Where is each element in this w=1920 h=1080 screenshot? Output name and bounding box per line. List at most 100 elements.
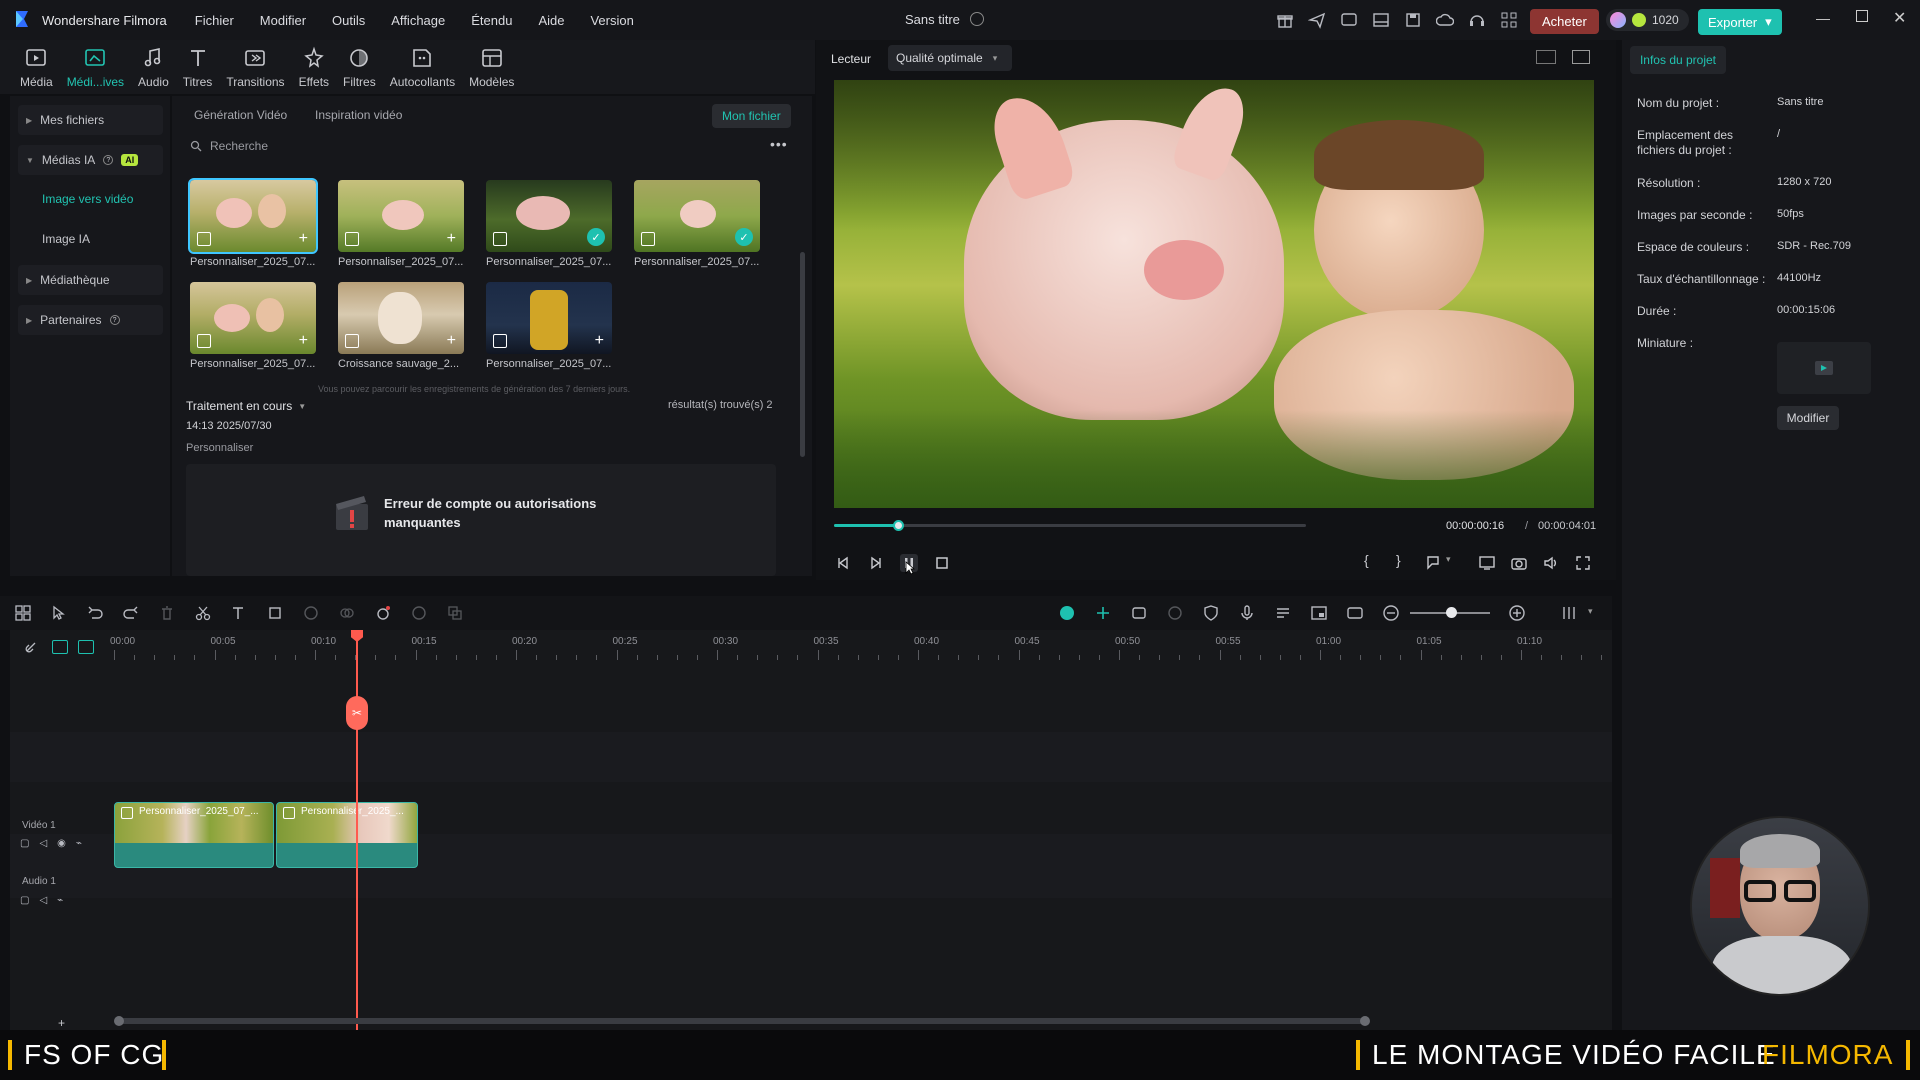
processing-dropdown[interactable]: Traitement en cours ▼ bbox=[186, 399, 306, 413]
thumbnail-preview[interactable] bbox=[1777, 342, 1871, 394]
sidebar-item-image-to-video[interactable]: Image vers vidéo bbox=[42, 192, 133, 206]
zoom-slider-knob[interactable] bbox=[1446, 607, 1457, 618]
link-icon[interactable] bbox=[24, 640, 38, 654]
minimize-icon[interactable]: — bbox=[1816, 10, 1830, 26]
chevron-down-icon[interactable]: ▾ bbox=[1588, 606, 1593, 617]
layout-grid-icon[interactable] bbox=[14, 604, 32, 622]
search-bar[interactable]: Recherche bbox=[190, 139, 268, 153]
add-icon[interactable]: + bbox=[595, 332, 604, 350]
buy-button[interactable]: Acheter bbox=[1530, 9, 1599, 34]
media-thumbnail[interactable]: + bbox=[338, 180, 464, 252]
add-video-track-icon[interactable] bbox=[52, 640, 68, 654]
tool-effects[interactable]: Effets bbox=[299, 46, 329, 89]
link-icon[interactable]: ⌁ bbox=[76, 838, 82, 849]
volume-icon[interactable] bbox=[1542, 554, 1560, 572]
timeline-ruler[interactable]: 00:00 00:05 00:10 00:15 00:20 00:25 00:30 00:35… bbox=[110, 630, 1612, 662]
tab-player[interactable]: Lecteur bbox=[831, 52, 871, 66]
scrollbar-handle-left[interactable] bbox=[114, 1016, 124, 1026]
eye-icon[interactable]: ◉ bbox=[57, 838, 66, 849]
pip-icon[interactable] bbox=[1310, 604, 1328, 622]
media-thumbnail[interactable]: + bbox=[188, 178, 318, 254]
tool-titles[interactable]: Titres bbox=[183, 46, 212, 89]
playback-progress-track[interactable] bbox=[834, 520, 1306, 531]
fullscreen-icon[interactable] bbox=[1574, 554, 1592, 572]
next-frame-icon[interactable] bbox=[867, 554, 885, 572]
tab-video-inspiration[interactable]: Inspiration vidéo bbox=[315, 108, 402, 122]
save-icon[interactable] bbox=[1404, 11, 1422, 29]
undo-icon[interactable] bbox=[86, 604, 104, 622]
modify-button[interactable]: Modifier bbox=[1777, 406, 1839, 430]
magnet-icon[interactable] bbox=[1094, 604, 1112, 622]
sidebar-item-partners[interactable]: ▶ Partenaires ? bbox=[18, 305, 163, 335]
split-scissors-icon[interactable]: ✂ bbox=[346, 696, 368, 730]
gift-icon[interactable] bbox=[1276, 11, 1294, 29]
add-track-icon[interactable]: + bbox=[58, 1016, 65, 1030]
video-preview[interactable] bbox=[834, 80, 1594, 508]
select-tool-icon[interactable] bbox=[50, 604, 68, 622]
snap-icon[interactable] bbox=[1058, 604, 1076, 622]
microphone-icon[interactable] bbox=[1238, 604, 1256, 622]
media-thumbnail[interactable]: + bbox=[190, 282, 316, 354]
credits-badge[interactable]: 1020 bbox=[1606, 9, 1689, 31]
crop-icon[interactable] bbox=[266, 604, 284, 622]
menu-version[interactable]: Version bbox=[590, 13, 633, 28]
add-audio-track-icon[interactable] bbox=[78, 640, 94, 654]
sidebar-item-library[interactable]: ▶ Médiathèque bbox=[18, 265, 163, 295]
shield-icon[interactable] bbox=[1202, 604, 1220, 622]
headset-icon[interactable] bbox=[1468, 11, 1486, 29]
timeline-scrollbar[interactable] bbox=[114, 1016, 1370, 1026]
menu-etendu[interactable]: Étendu bbox=[471, 13, 512, 28]
export-button[interactable]: Exporter ▾ bbox=[1698, 9, 1782, 35]
scissors-icon[interactable] bbox=[194, 604, 212, 622]
my-file-button[interactable]: Mon fichier bbox=[712, 104, 791, 128]
menu-affichage[interactable]: Affichage bbox=[391, 13, 445, 28]
redo-icon[interactable] bbox=[122, 604, 140, 622]
quality-select[interactable]: Qualité optimale ▾ bbox=[888, 45, 1012, 71]
sidebar-item-my-files[interactable]: ▶ Mes fichiers bbox=[18, 105, 163, 135]
mark-out-icon[interactable]: } bbox=[1396, 552, 1401, 568]
audio-mix-icon[interactable] bbox=[1274, 604, 1292, 622]
sidebar-item-ai-image[interactable]: Image IA bbox=[42, 232, 90, 246]
speaker-icon[interactable]: ◁ bbox=[39, 895, 47, 906]
video-clip[interactable]: Personnaliser_2025_07_... bbox=[114, 802, 274, 868]
add-icon[interactable]: + bbox=[447, 230, 456, 248]
menu-fichier[interactable]: Fichier bbox=[195, 13, 234, 28]
playhead-line[interactable] bbox=[356, 630, 358, 1030]
tool-templates[interactable]: Modèles bbox=[469, 46, 514, 89]
stop-icon[interactable] bbox=[933, 554, 951, 572]
media-thumbnail[interactable]: ✓ bbox=[486, 180, 612, 252]
add-icon[interactable]: + bbox=[299, 230, 308, 248]
motion-icon[interactable] bbox=[1166, 604, 1184, 622]
layout-icon[interactable] bbox=[1372, 11, 1390, 29]
media-thumbnail[interactable]: + bbox=[486, 282, 612, 354]
delete-icon[interactable] bbox=[158, 604, 176, 622]
lock-icon[interactable]: ▢ bbox=[20, 838, 29, 849]
menu-modifier[interactable]: Modifier bbox=[260, 13, 306, 28]
zoom-slider[interactable] bbox=[1410, 607, 1490, 618]
color-icon[interactable] bbox=[338, 604, 356, 622]
media-thumbnail[interactable]: + bbox=[338, 282, 464, 354]
menu-outils[interactable]: Outils bbox=[332, 13, 365, 28]
tool-filters[interactable]: Filtres bbox=[343, 46, 376, 89]
video-clip[interactable]: Personnaliser_2025_... bbox=[276, 802, 418, 868]
add-icon[interactable]: + bbox=[447, 332, 456, 350]
zoom-out-icon[interactable] bbox=[1382, 604, 1400, 622]
columns-icon[interactable] bbox=[1560, 604, 1578, 622]
link-icon[interactable]: ⌁ bbox=[57, 895, 63, 906]
tab-project-info[interactable]: Infos du projet bbox=[1630, 46, 1726, 74]
compare-view-icon[interactable] bbox=[1536, 50, 1556, 64]
tool-ai-media[interactable]: Médi...ives bbox=[67, 46, 124, 89]
camera-icon[interactable] bbox=[1510, 554, 1528, 572]
marker-icon[interactable] bbox=[1424, 554, 1442, 572]
more-options-icon[interactable]: ••• bbox=[770, 136, 788, 152]
tool-media[interactable]: Média bbox=[20, 46, 53, 89]
snapshot-view-icon[interactable] bbox=[1572, 50, 1590, 64]
menu-aide[interactable]: Aide bbox=[538, 13, 564, 28]
speaker-icon[interactable]: ◁ bbox=[39, 838, 47, 849]
tool-transitions[interactable]: Transitions bbox=[226, 46, 285, 89]
send-icon[interactable] bbox=[1308, 11, 1326, 29]
zoom-in-icon[interactable] bbox=[1508, 604, 1526, 622]
feedback-icon[interactable] bbox=[1340, 11, 1358, 29]
close-icon[interactable]: ✕ bbox=[1893, 8, 1906, 28]
tool-stickers[interactable]: Autocollants bbox=[390, 46, 455, 89]
